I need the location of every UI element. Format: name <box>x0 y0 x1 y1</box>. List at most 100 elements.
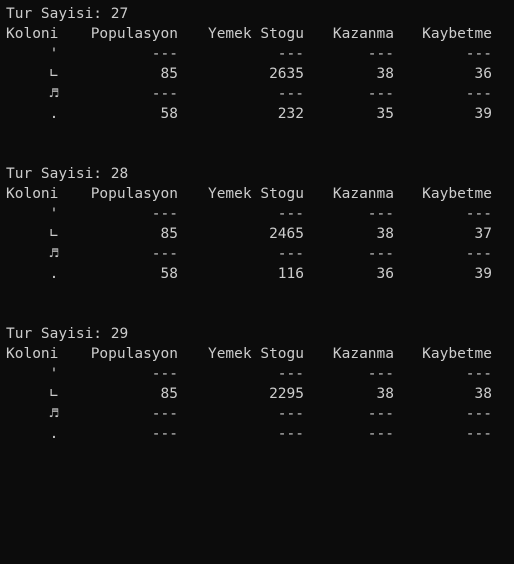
table-header-row: Koloni Populasyon Yemek Stogu Kazanma Ka… <box>0 184 514 204</box>
turn-block-29: Tur Sayisi: 29 Koloni Populasyon Yemek S… <box>0 324 514 444</box>
turn-title: Tur Sayisi: 27 <box>6 6 129 22</box>
header-koloni: Koloni <box>6 26 59 42</box>
kazanma-value: 38 <box>376 386 394 402</box>
kaybetme-value: 38 <box>474 386 492 402</box>
header-yemek-stogu: Yemek Stogu <box>207 26 304 42</box>
header-koloni: Koloni <box>6 346 59 362</box>
yemek-stogu-value: 2635 <box>269 66 304 82</box>
header-populasyon: Populasyon <box>90 26 178 42</box>
yemek-stogu-value: --- <box>277 366 304 382</box>
yemek-stogu-value: --- <box>277 46 304 62</box>
table-row: ' --- --- --- --- <box>0 44 514 64</box>
kaybetme-value: --- <box>465 406 492 422</box>
turn-title-line: Tur Sayisi: 28 <box>0 164 514 184</box>
yemek-stogu-value: --- <box>277 246 304 262</box>
kaybetme-value: 39 <box>474 266 492 282</box>
colony-symbol: ' <box>49 46 59 62</box>
kaybetme-value: 37 <box>474 226 492 242</box>
kazanma-value: 36 <box>376 266 394 282</box>
table-row: ∟ 85 2295 38 38 <box>0 384 514 404</box>
kazanma-value: --- <box>367 86 394 102</box>
populasyon-value: 85 <box>160 66 178 82</box>
kaybetme-value: 39 <box>474 106 492 122</box>
kazanma-value: 38 <box>376 226 394 242</box>
colony-symbol: ♬ <box>49 86 59 102</box>
yemek-stogu-value: --- <box>277 86 304 102</box>
colony-symbol: ∟ <box>49 386 59 402</box>
colony-symbol: . <box>49 106 59 122</box>
turn-title-line: Tur Sayisi: 29 <box>0 324 514 344</box>
table-row: ∟ 85 2465 38 37 <box>0 224 514 244</box>
table-row: ♬ --- --- --- --- <box>0 404 514 424</box>
kaybetme-value: --- <box>465 46 492 62</box>
header-koloni: Koloni <box>6 186 59 202</box>
kazanma-value: 38 <box>376 66 394 82</box>
kazanma-value: --- <box>367 246 394 262</box>
table-row: ' --- --- --- --- <box>0 204 514 224</box>
header-kazanma: Kazanma <box>332 346 394 362</box>
table-row: . 58 232 35 39 <box>0 104 514 124</box>
populasyon-value: --- <box>151 366 178 382</box>
yemek-stogu-value: --- <box>277 406 304 422</box>
colony-symbol: ♬ <box>49 406 59 422</box>
colony-symbol: ' <box>49 206 59 222</box>
kazanma-value: 35 <box>376 106 394 122</box>
table-row: ' --- --- --- --- <box>0 364 514 384</box>
yemek-stogu-value: --- <box>277 426 304 442</box>
populasyon-value: 85 <box>160 226 178 242</box>
turn-title: Tur Sayisi: 29 <box>6 326 129 342</box>
colony-symbol: ♬ <box>49 246 59 262</box>
kaybetme-value: --- <box>465 246 492 262</box>
kazanma-value: --- <box>367 426 394 442</box>
header-kazanma: Kazanma <box>332 26 394 42</box>
yemek-stogu-value: --- <box>277 206 304 222</box>
turn-block-28: Tur Sayisi: 28 Koloni Populasyon Yemek S… <box>0 164 514 284</box>
populasyon-value: 58 <box>160 106 178 122</box>
colony-symbol: ∟ <box>49 66 59 82</box>
colony-symbol: . <box>49 266 59 282</box>
populasyon-value: --- <box>151 46 178 62</box>
header-kaybetme: Kaybetme <box>422 186 492 202</box>
kazanma-value: --- <box>367 206 394 222</box>
populasyon-value: --- <box>151 406 178 422</box>
turn-title-line: Tur Sayisi: 27 <box>0 4 514 24</box>
header-yemek-stogu: Yemek Stogu <box>207 346 304 362</box>
table-row: ♬ --- --- --- --- <box>0 84 514 104</box>
kaybetme-value: --- <box>465 206 492 222</box>
header-kazanma: Kazanma <box>332 186 394 202</box>
header-populasyon: Populasyon <box>90 346 178 362</box>
table-row: . 58 116 36 39 <box>0 264 514 284</box>
table-header-row: Koloni Populasyon Yemek Stogu Kazanma Ka… <box>0 24 514 44</box>
colony-symbol: . <box>49 426 59 442</box>
yemek-stogu-value: 232 <box>277 106 304 122</box>
colony-symbol: ' <box>49 366 59 382</box>
turn-block-27: Tur Sayisi: 27 Koloni Populasyon Yemek S… <box>0 4 514 124</box>
kazanma-value: --- <box>367 406 394 422</box>
kaybetme-value: --- <box>465 426 492 442</box>
kazanma-value: --- <box>367 46 394 62</box>
kaybetme-value: --- <box>465 86 492 102</box>
table-row: . --- --- --- --- <box>0 424 514 444</box>
populasyon-value: --- <box>151 246 178 262</box>
table-row: ♬ --- --- --- --- <box>0 244 514 264</box>
table-row: ∟ 85 2635 38 36 <box>0 64 514 84</box>
populasyon-value: --- <box>151 206 178 222</box>
populasyon-value: --- <box>151 86 178 102</box>
kaybetme-value: 36 <box>474 66 492 82</box>
populasyon-value: 85 <box>160 386 178 402</box>
header-kaybetme: Kaybetme <box>422 346 492 362</box>
table-header-row: Koloni Populasyon Yemek Stogu Kazanma Ka… <box>0 344 514 364</box>
header-populasyon: Populasyon <box>90 186 178 202</box>
populasyon-value: --- <box>151 426 178 442</box>
populasyon-value: 58 <box>160 266 178 282</box>
kazanma-value: --- <box>367 366 394 382</box>
yemek-stogu-value: 2465 <box>269 226 304 242</box>
yemek-stogu-value: 2295 <box>269 386 304 402</box>
kaybetme-value: --- <box>465 366 492 382</box>
yemek-stogu-value: 116 <box>277 266 304 282</box>
terminal-output: Tur Sayisi: 27 Koloni Populasyon Yemek S… <box>0 0 514 463</box>
header-kaybetme: Kaybetme <box>422 26 492 42</box>
turn-title: Tur Sayisi: 28 <box>6 166 129 182</box>
header-yemek-stogu: Yemek Stogu <box>207 186 304 202</box>
colony-symbol: ∟ <box>49 226 59 242</box>
